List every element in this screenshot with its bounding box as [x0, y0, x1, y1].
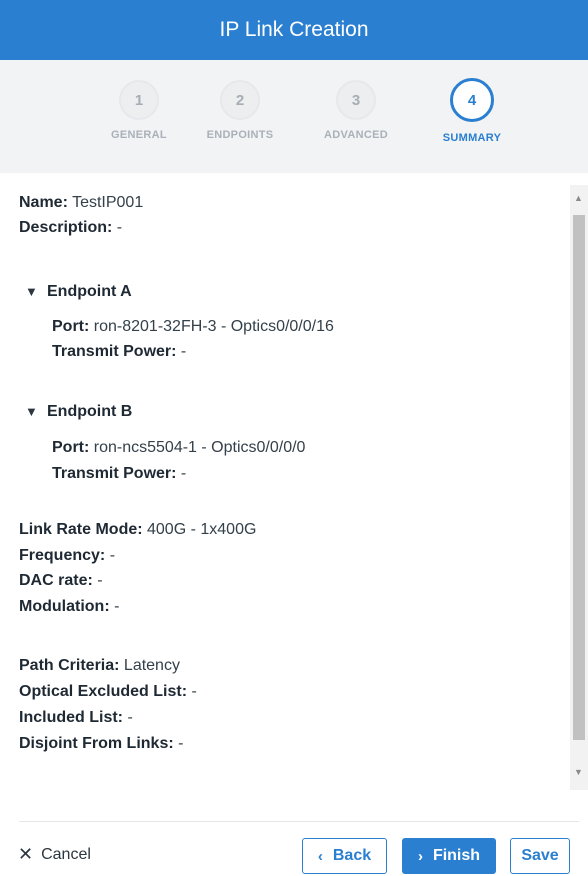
endpoint-a-title: Endpoint A	[47, 283, 132, 300]
endpoint-a-port-row: Port: ron-8201-32FH-3 - Optics0/0/0/16	[52, 316, 334, 337]
step-label: SUMMARY	[442, 132, 502, 144]
disjoint-links-value: -	[173, 735, 184, 752]
save-label: Save	[521, 847, 559, 864]
description-label: Description:	[19, 219, 113, 236]
optical-excluded-label: Optical Excluded List:	[19, 683, 188, 700]
link-rate-row: Link Rate Mode: 400G - 1x400G	[19, 519, 256, 540]
step-endpoints[interactable]: 2 ENDPOINTS	[195, 80, 285, 141]
scrollbar-thumb[interactable]	[573, 215, 585, 740]
step-number: 2	[220, 80, 260, 120]
endpoint-b-port-row: Port: ron-ncs5504-1 - Optics0/0/0/0	[52, 437, 305, 458]
name-label: Name:	[19, 194, 68, 211]
scroll-down-arrow-icon[interactable]: ▼	[574, 767, 583, 777]
finish-label: Finish	[432, 847, 481, 864]
transmit-power-label: Transmit Power:	[52, 465, 177, 482]
transmit-power-value: -	[176, 343, 187, 360]
back-button[interactable]: ‹ Back	[302, 838, 387, 874]
frequency-row: Frequency: -	[19, 545, 115, 566]
chevron-left-icon: ‹	[317, 847, 323, 865]
step-label: GENERAL	[111, 129, 167, 141]
endpoint-a-toggle[interactable]: ▼ Endpoint A	[25, 281, 132, 302]
path-criteria-row: Path Criteria: Latency	[19, 655, 180, 676]
port-label: Port:	[52, 439, 90, 456]
step-label: ENDPOINTS	[206, 129, 274, 141]
cancel-button[interactable]: ✕ Cancel	[18, 844, 91, 865]
frequency-label: Frequency:	[19, 547, 106, 564]
dialog-title: IP Link Creation	[219, 18, 369, 41]
wizard-stepper: 1 GENERAL 2 ENDPOINTS 3 ADVANCED 4 SUMMA…	[0, 60, 588, 173]
dac-rate-row: DAC rate: -	[19, 570, 103, 591]
modulation-value: -	[109, 598, 120, 615]
name-value: TestIP001	[67, 194, 144, 211]
summary-content: Name: TestIP001 Description: - ▼ Endpoint…	[0, 173, 570, 798]
endpoint-a-power-row: Transmit Power: -	[52, 341, 186, 362]
frequency-value: -	[105, 547, 116, 564]
modulation-row: Modulation: -	[19, 596, 119, 617]
step-label: ADVANCED	[324, 129, 388, 141]
dac-rate-label: DAC rate:	[19, 572, 93, 589]
scroll-up-arrow-icon[interactable]: ▲	[574, 193, 583, 203]
port-label: Port:	[52, 318, 90, 335]
dialog-header: IP Link Creation	[0, 0, 588, 60]
close-icon: ✕	[18, 844, 34, 864]
included-list-value: -	[123, 709, 133, 726]
included-list-label: Included List:	[19, 709, 123, 726]
endpoint-b-toggle[interactable]: ▼ Endpoint B	[25, 401, 132, 422]
port-value: ron-8201-32FH-3 - Optics0/0/0/16	[89, 318, 334, 335]
transmit-power-value: -	[176, 465, 187, 482]
modulation-label: Modulation:	[19, 598, 110, 615]
description-row: Description: -	[19, 217, 122, 238]
description-value: -	[112, 219, 123, 236]
caret-down-icon: ▼	[25, 404, 38, 419]
endpoint-b-title: Endpoint B	[47, 403, 133, 420]
port-value: ron-ncs5504-1 - Optics0/0/0/0	[89, 439, 306, 456]
step-number: 4	[450, 78, 494, 122]
chevron-right-icon: ›	[417, 847, 423, 865]
path-criteria-label: Path Criteria:	[19, 657, 120, 674]
step-number: 1	[119, 80, 159, 120]
step-summary[interactable]: 4 SUMMARY	[427, 78, 517, 144]
finish-button[interactable]: › Finish	[402, 838, 496, 874]
included-list-row: Included List: -	[19, 707, 133, 728]
caret-down-icon: ▼	[25, 284, 38, 299]
link-rate-value: 400G - 1x400G	[142, 521, 257, 538]
endpoint-b-power-row: Transmit Power: -	[52, 463, 186, 484]
step-general[interactable]: 1 GENERAL	[94, 80, 184, 141]
step-advanced[interactable]: 3 ADVANCED	[311, 80, 401, 141]
back-label: Back	[332, 847, 372, 864]
disjoint-links-row: Disjoint From Links: -	[19, 733, 183, 754]
optical-excluded-row: Optical Excluded List: -	[19, 681, 197, 702]
path-criteria-value: Latency	[119, 657, 180, 674]
cancel-label: Cancel	[41, 845, 91, 863]
link-rate-label: Link Rate Mode:	[19, 521, 143, 538]
footer-divider	[19, 821, 579, 822]
transmit-power-label: Transmit Power:	[52, 343, 177, 360]
save-button[interactable]: Save	[510, 838, 570, 874]
disjoint-links-label: Disjoint From Links:	[19, 735, 174, 752]
dac-rate-value: -	[92, 572, 103, 589]
optical-excluded-value: -	[187, 683, 197, 700]
vertical-scrollbar[interactable]: ▲ ▼	[570, 185, 588, 790]
step-number: 3	[336, 80, 376, 120]
name-row: Name: TestIP001	[19, 192, 143, 213]
